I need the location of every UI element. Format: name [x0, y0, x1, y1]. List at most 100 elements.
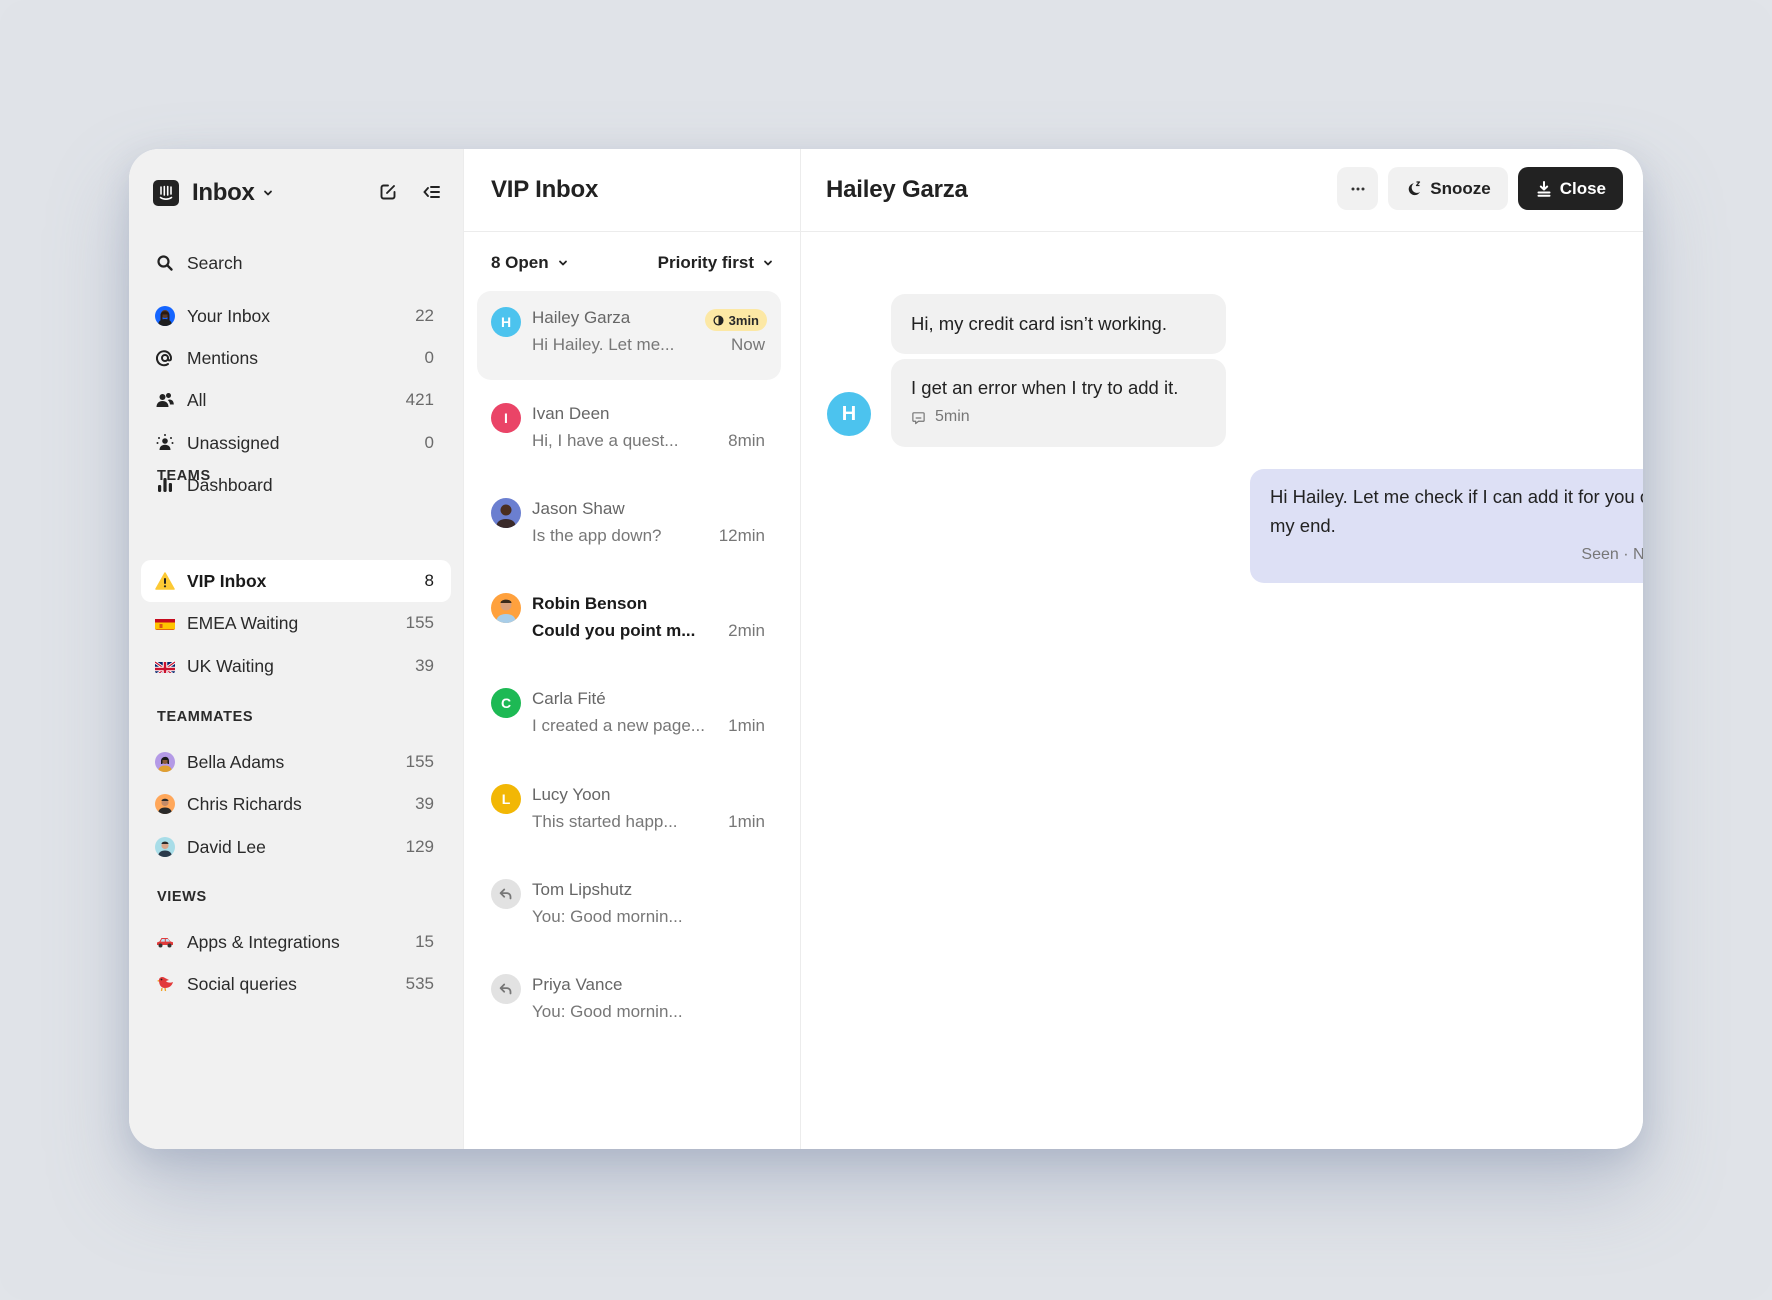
- david-lee-avatar: [155, 837, 175, 857]
- sidebar: Inbox Search Your Inbox 22 Mentions 0 Al…: [129, 149, 463, 1149]
- conversation-item[interactable]: Robin Benson Could you point m... 2min: [477, 577, 781, 666]
- teams-heading: TEAMS: [157, 468, 211, 484]
- count-badge: 421: [405, 390, 434, 409]
- count-badge: 129: [405, 837, 434, 856]
- count-badge: 39: [415, 794, 434, 813]
- app-window: Inbox Search Your Inbox 22 Mentions 0 Al…: [129, 149, 1643, 1149]
- customer-avatar: C: [491, 688, 521, 718]
- count-badge: 0: [424, 433, 434, 452]
- conversation-name: Tom Lipshutz: [532, 880, 633, 899]
- sidebar-item-emea-waiting[interactable]: EMEA Waiting 155: [141, 602, 451, 644]
- views-heading: VIEWS: [157, 889, 207, 905]
- spain-flag-icon: [155, 616, 175, 630]
- snooze-button[interactable]: Snooze: [1388, 167, 1508, 210]
- customer-message: I get an error when I try to add it. 5mi…: [891, 359, 1226, 447]
- count-badge: 22: [415, 306, 434, 325]
- customer-avatar: [491, 498, 521, 528]
- conversation-actions: Snooze Close: [1337, 167, 1623, 210]
- conversation-time: 1min: [728, 812, 765, 831]
- conversation-preview: Hi, I have a quest...: [532, 431, 679, 450]
- count-badge: 155: [405, 613, 434, 632]
- timer-icon: [713, 314, 724, 326]
- customer-message: Hi, my credit card isn’t working.: [891, 294, 1226, 354]
- conversation-name: Carla Fité: [532, 689, 606, 708]
- chevron-down-icon: [558, 258, 568, 268]
- conversation-preview: This started happ...: [532, 812, 678, 831]
- conversation-time: 12min: [718, 526, 765, 545]
- sidebar-item-bella-adams[interactable]: Bella Adams 155: [141, 741, 451, 783]
- sidebar-item-your-inbox[interactable]: Your Inbox 22: [141, 295, 451, 337]
- count-badge: 15: [415, 932, 434, 951]
- conversation-item[interactable]: L Lucy Yoon This started happ... 1min: [477, 768, 781, 857]
- customer-avatar: I: [491, 403, 521, 433]
- conversation-list-pane: VIP Inbox 8 Open Priority first H Hailey…: [463, 149, 801, 1149]
- conversation-pane: Hailey Garza Snooze Close Hi, my credit …: [801, 149, 1643, 1149]
- customer-avatar: H: [827, 392, 871, 436]
- customer-avatar: H: [491, 307, 521, 337]
- sort-dropdown[interactable]: Priority first: [658, 253, 773, 273]
- list-header: VIP Inbox: [464, 149, 800, 232]
- conversation-time: 8min: [728, 431, 765, 450]
- sidebar-item-chris-richards[interactable]: Chris Richards 39: [141, 783, 451, 825]
- seen-status: Seen · Now: [1581, 546, 1643, 563]
- conversation-preview: I created a new page...: [532, 716, 705, 735]
- count-badge: 8: [424, 571, 434, 590]
- conversation-item[interactable]: I Ivan Deen Hi, I have a quest... 8min: [477, 387, 781, 476]
- more-options-button[interactable]: [1337, 167, 1379, 210]
- chevron-down-icon: [763, 258, 773, 268]
- sidebar-item-vip-inbox[interactable]: VIP Inbox 8: [141, 560, 451, 602]
- count-badge: 535: [405, 974, 434, 993]
- uk-flag-icon: [155, 659, 175, 673]
- conversation-preview: Hi Hailey. Let me...: [532, 335, 675, 354]
- car-icon: [155, 932, 175, 952]
- chevron-down-icon[interactable]: [263, 188, 273, 198]
- search-label: Search: [187, 252, 243, 273]
- count-badge: 0: [424, 348, 434, 367]
- chat-bubble-icon: [912, 411, 925, 424]
- conversation-preview: Is the app down?: [532, 526, 662, 545]
- ellipsis-icon: [1351, 187, 1365, 190]
- agent-reply-message: Hi Hailey. Let me check if I can add it …: [1250, 469, 1643, 583]
- collapse-sidebar-icon[interactable]: [421, 181, 443, 203]
- sla-badge: 3min: [704, 309, 767, 331]
- conversation-item[interactable]: Priya Vance You: Good mornin...: [477, 958, 781, 1047]
- conversation-item[interactable]: Tom Lipshutz You: Good mornin...: [477, 863, 781, 952]
- intercom-logo-icon: [153, 180, 179, 206]
- conversation-header: Hailey Garza Snooze Close: [801, 149, 1643, 232]
- sidebar-item-mentions[interactable]: Mentions 0: [141, 337, 451, 379]
- teammates-heading: TEAMMATES: [157, 709, 254, 725]
- conversation-name: Jason Shaw: [532, 499, 625, 518]
- sidebar-item-david-lee[interactable]: David Lee 129: [141, 826, 451, 868]
- compose-icon[interactable]: [377, 181, 399, 203]
- sidebar-item-uk-waiting[interactable]: UK Waiting 39: [141, 645, 451, 687]
- conversation-name: Ivan Deen: [532, 404, 610, 423]
- count-badge: 155: [405, 752, 434, 771]
- conversation-item[interactable]: H Hailey Garza 3min Hi Hailey. Let me...…: [477, 291, 781, 380]
- conversation-time: 1min: [728, 716, 765, 735]
- chris-richards-avatar: [155, 794, 175, 814]
- search-button[interactable]: Search: [141, 242, 451, 284]
- reply-icon: [491, 879, 521, 909]
- warning-icon: [155, 571, 175, 591]
- close-archive-icon: [1537, 180, 1551, 197]
- customer-avatar: L: [491, 784, 521, 814]
- sidebar-item-social-queries[interactable]: Social queries 535: [141, 963, 451, 1005]
- snooze-moon-icon: [1408, 180, 1421, 195]
- conversation-item[interactable]: C Carla Fité I created a new page... 1mi…: [477, 672, 781, 761]
- conversation-name: Robin Benson: [532, 594, 648, 613]
- at-icon: [155, 348, 175, 368]
- people-icon: [155, 390, 175, 410]
- sidebar-item-all[interactable]: All 421: [141, 379, 451, 421]
- conversation-time: 2min: [728, 621, 765, 640]
- message-meta: 5min: [911, 408, 1206, 426]
- sidebar-item-apps-integrations[interactable]: Apps & Integrations 15: [141, 921, 451, 963]
- list-title: VIP Inbox: [491, 176, 599, 203]
- sidebar-item-unassigned[interactable]: Unassigned 0: [141, 422, 451, 464]
- bird-icon: [155, 974, 175, 994]
- conversation-item[interactable]: Jason Shaw Is the app down? 12min: [477, 482, 781, 571]
- close-conversation-button[interactable]: Close: [1517, 167, 1623, 210]
- customer-avatar: [491, 593, 521, 623]
- conversation-preview: You: Good mornin...: [532, 1002, 683, 1021]
- status-filter-dropdown[interactable]: 8 Open: [491, 253, 568, 273]
- inbox-switcher[interactable]: Inbox: [192, 179, 255, 207]
